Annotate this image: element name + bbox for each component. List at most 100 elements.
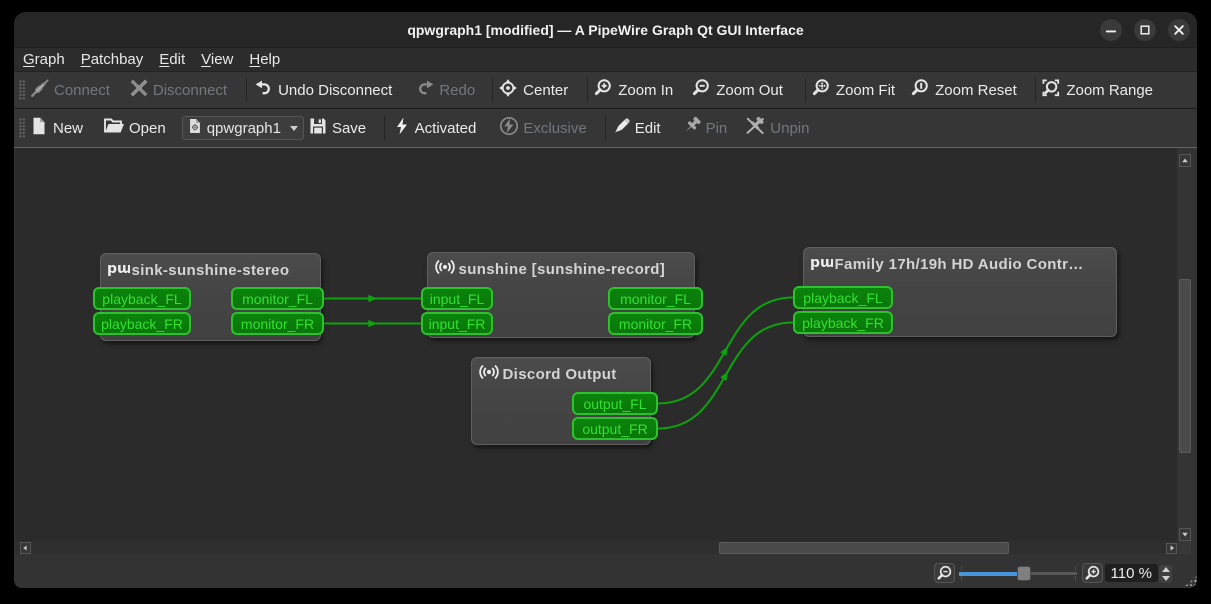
- center-button[interactable]: Center: [497, 75, 568, 105]
- toolbar-separator: [587, 78, 589, 102]
- patchbay-profile-combobox[interactable]: qpwgraph1: [181, 116, 304, 140]
- port-family-playback_FL[interactable]: playback_FL: [793, 286, 893, 309]
- exclusive-button[interactable]: Exclusive: [499, 113, 587, 143]
- toolbar-button-label: Zoom In: [618, 81, 674, 99]
- spin-down-icon[interactable]: [1161, 576, 1170, 581]
- toolbar-button-label: Zoom Reset: [935, 81, 1017, 99]
- toolbar-drag-handle[interactable]: [19, 118, 26, 138]
- menu-patchbay[interactable]: Patchbay: [73, 49, 152, 71]
- zoom-range-icon: [1040, 77, 1062, 104]
- node-header: sunshine [sunshine-record]: [433, 258, 666, 280]
- hscrollbar-handle[interactable]: [719, 542, 1009, 554]
- maximize-button[interactable]: [1134, 19, 1156, 41]
- zoom-slider-handle[interactable]: [1017, 566, 1031, 581]
- statusbar-zoom-out-button[interactable]: [934, 562, 955, 583]
- toolbar-button-label: Unpin: [770, 119, 810, 137]
- pin-button[interactable]: Pin: [682, 113, 728, 143]
- edit-icon: [611, 116, 631, 141]
- port-family-playback_FR[interactable]: playback_FR: [793, 311, 893, 334]
- node-header: pɯ Family 17h/19h HD Audio Contr…: [809, 253, 1084, 275]
- connection-arrow: [368, 294, 378, 303]
- toolbar-button-label: Activated: [414, 119, 477, 137]
- zoom-slider[interactable]: [959, 565, 1077, 581]
- port-sunshine-input_FR[interactable]: input_FR: [421, 312, 493, 335]
- titlebar[interactable]: qpwgraph1 [modified] — A PipeWire Graph …: [14, 12, 1197, 48]
- spin-up-icon[interactable]: [1161, 567, 1170, 572]
- zoom-out-button[interactable]: Zoom Out: [690, 75, 783, 105]
- undo-disconnect-button[interactable]: Undo Disconnect: [254, 75, 392, 105]
- vscroll-down-button[interactable]: [1178, 528, 1191, 541]
- toolbar-button-label: Pin: [705, 119, 728, 137]
- pin-icon: [682, 116, 702, 141]
- zoom-reset-button[interactable]: Zoom Reset: [909, 75, 1017, 105]
- patchbay-file-icon: [188, 117, 202, 140]
- undo-icon: [254, 78, 274, 103]
- port-sunshine-monitor_FR[interactable]: monitor_FR: [608, 312, 703, 335]
- toolbar-main: Connect Disconnect Undo Disconnect Redo …: [14, 72, 1197, 109]
- menu-view[interactable]: View: [193, 49, 241, 71]
- vscroll-up-button[interactable]: [1178, 154, 1191, 167]
- port-sink-playback_FL[interactable]: playback_FL: [93, 287, 191, 310]
- unpin-button[interactable]: Unpin: [744, 113, 809, 143]
- redo-button[interactable]: Redo: [415, 75, 475, 105]
- node-header: pɯ sink-sunshine-stereo: [106, 259, 290, 281]
- toolbar-file: New Open qpwgraph1 Save Activated Exclus…: [14, 109, 1197, 148]
- stream-icon: [477, 362, 501, 387]
- pipewire-icon: pɯ: [106, 258, 132, 283]
- statusbar: 110 %: [14, 555, 1197, 588]
- window-title: qpwgraph1 [modified] — A PipeWire Graph …: [407, 22, 804, 38]
- toolbar-separator: [1034, 78, 1036, 102]
- port-discord-output_FR[interactable]: output_FR: [572, 417, 658, 440]
- port-discord-output_FL[interactable]: output_FL: [572, 392, 658, 415]
- toolbar-button-label: Zoom Out: [716, 81, 783, 99]
- size-grip[interactable]: [1185, 575, 1197, 586]
- center-icon: [497, 77, 519, 104]
- zoom-in-icon: [592, 77, 614, 104]
- save-button[interactable]: Save: [308, 113, 366, 143]
- edit-button[interactable]: Edit: [611, 113, 661, 143]
- svg-text:pɯ: pɯ: [810, 255, 833, 271]
- exclusive-icon: [499, 116, 519, 141]
- zoom-value: 110 %: [1110, 564, 1152, 582]
- activated-button[interactable]: Activated: [393, 113, 477, 143]
- menubar: Graph Patchbay Edit View Help: [14, 48, 1197, 72]
- connection-arrow: [720, 346, 728, 356]
- zoom-fit-button[interactable]: Zoom Fit: [810, 75, 895, 105]
- svg-text:pɯ: pɯ: [107, 261, 130, 277]
- hscroll-left-button[interactable]: [20, 542, 31, 554]
- zoom-slider-fill: [959, 571, 1024, 576]
- minimize-button[interactable]: [1099, 19, 1122, 41]
- zoom-out-icon: [690, 77, 712, 104]
- combobox-value: qpwgraph1: [206, 119, 281, 137]
- port-sink-playback_FR[interactable]: playback_FR: [93, 312, 191, 335]
- menu-graph[interactable]: Graph: [15, 49, 73, 71]
- connect-button[interactable]: Connect: [30, 75, 110, 105]
- port-sunshine-monitor_FL[interactable]: monitor_FL: [608, 287, 703, 310]
- node-title: sink-sunshine-stereo: [131, 261, 290, 279]
- new-button[interactable]: New: [29, 113, 83, 143]
- statusbar-zoom-in-button[interactable]: [1082, 562, 1103, 583]
- toolbar-button-label: Center: [523, 81, 569, 99]
- toolbar-separator: [246, 78, 248, 102]
- menu-edit[interactable]: Edit: [151, 49, 193, 71]
- close-button[interactable]: [1168, 19, 1190, 41]
- zoom-fit-icon: [810, 77, 832, 104]
- port-sunshine-input_FL[interactable]: input_FL: [421, 287, 493, 310]
- pipewire-icon: pɯ: [809, 252, 835, 277]
- graph-canvas[interactable]: pɯ sink-sunshine-stereo playback_FL playbac…: [15, 148, 1177, 541]
- menu-help[interactable]: Help: [241, 49, 288, 71]
- zoom-in-button[interactable]: Zoom In: [592, 75, 673, 105]
- disconnect-button[interactable]: Disconnect: [129, 75, 227, 105]
- port-sink-monitor_FR[interactable]: monitor_FR: [231, 312, 324, 335]
- zoom-range-button[interactable]: Zoom Range: [1040, 75, 1153, 105]
- graph-view: pɯ sink-sunshine-stereo playback_FL playbac…: [14, 148, 1197, 566]
- toolbar-button-label: Zoom Fit: [835, 81, 896, 99]
- disconnect-icon: [129, 78, 149, 103]
- zoom-spinbox[interactable]: 110 %: [1105, 564, 1172, 583]
- open-button[interactable]: Open: [103, 113, 166, 143]
- toolbar-drag-handle[interactable]: [19, 80, 26, 100]
- toolbar-button-label: Edit: [634, 119, 661, 137]
- port-sink-monitor_FL[interactable]: monitor_FL: [231, 287, 324, 310]
- hscroll-right-button[interactable]: [1165, 542, 1177, 554]
- vscrollbar-handle[interactable]: [1178, 279, 1191, 453]
